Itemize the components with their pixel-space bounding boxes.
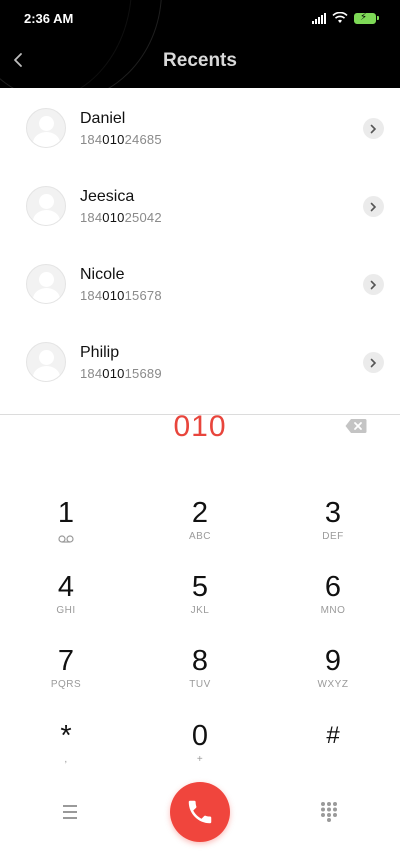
menu-button[interactable] bbox=[58, 802, 82, 822]
key-5[interactable]: 5 JKL bbox=[145, 570, 255, 630]
chevron-right-icon bbox=[370, 202, 377, 211]
contact-number: 18401024685 bbox=[80, 132, 162, 147]
key-2[interactable]: 2 ABC bbox=[145, 496, 255, 556]
contact-number: 18401015689 bbox=[80, 366, 162, 381]
wifi-icon bbox=[332, 12, 348, 23]
signal-icon bbox=[312, 12, 326, 24]
key-4[interactable]: 4 GHI bbox=[11, 570, 121, 630]
backspace-button[interactable] bbox=[345, 418, 367, 434]
phone-icon bbox=[188, 800, 212, 824]
battery-icon: ⚡ bbox=[354, 12, 379, 24]
backspace-icon bbox=[345, 419, 367, 433]
key-star[interactable]: * , bbox=[11, 719, 121, 779]
dialpad-icon bbox=[321, 802, 337, 822]
call-button[interactable] bbox=[170, 782, 230, 842]
contact-row[interactable]: Daniel 18401024685 bbox=[0, 88, 400, 166]
contact-row[interactable]: Jeesica 18401025042 bbox=[0, 166, 400, 244]
avatar bbox=[26, 108, 66, 148]
header: 2:36 AM ⚡ Recents bbox=[0, 0, 400, 88]
chevron-right-icon bbox=[370, 358, 377, 367]
key-9[interactable]: 9 WXYZ bbox=[278, 644, 388, 704]
number-match: 010 bbox=[102, 132, 125, 147]
contact-detail-button[interactable] bbox=[363, 196, 384, 217]
key-6[interactable]: 6 MNO bbox=[278, 570, 388, 630]
avatar bbox=[26, 342, 66, 382]
contact-number: 18401015678 bbox=[80, 288, 162, 303]
avatar bbox=[26, 264, 66, 304]
dialpad-toggle-button[interactable] bbox=[318, 800, 340, 822]
avatar bbox=[26, 186, 66, 226]
dialed-number-display[interactable]: 010 bbox=[0, 410, 400, 444]
key-0[interactable]: 0 + bbox=[145, 719, 255, 779]
contact-name: Philip bbox=[80, 344, 120, 361]
contact-number: 18401025042 bbox=[80, 210, 162, 225]
contact-row[interactable]: Nicole 18401015678 bbox=[0, 244, 400, 322]
status-time: 2:36 AM bbox=[24, 11, 74, 26]
key-hash[interactable]: # bbox=[278, 719, 388, 779]
contact-name: Nicole bbox=[80, 266, 125, 283]
chevron-right-icon bbox=[370, 124, 377, 133]
key-1[interactable]: 1 bbox=[11, 496, 121, 556]
menu-icon bbox=[63, 805, 77, 819]
key-8[interactable]: 8 TUV bbox=[145, 644, 255, 704]
number-match: 010 bbox=[102, 210, 125, 225]
page-title: Recents bbox=[163, 50, 237, 71]
contact-name: Jeesica bbox=[80, 188, 135, 205]
key-3[interactable]: 3 DEF bbox=[278, 496, 388, 556]
recents-list: Daniel 18401024685 Jeesica 18401025042 N… bbox=[0, 88, 400, 400]
contact-name: Daniel bbox=[80, 110, 126, 127]
contact-detail-button[interactable] bbox=[363, 274, 384, 295]
status-bar: 2:36 AM ⚡ bbox=[0, 0, 400, 36]
contact-detail-button[interactable] bbox=[363, 352, 384, 373]
voicemail-icon bbox=[58, 535, 74, 543]
number-match: 010 bbox=[102, 366, 125, 381]
status-icons: ⚡ bbox=[312, 10, 379, 26]
number-match: 010 bbox=[102, 288, 125, 303]
chevron-right-icon bbox=[370, 280, 377, 289]
contact-detail-button[interactable] bbox=[363, 118, 384, 139]
contact-row[interactable]: Philip 18401015689 bbox=[0, 322, 400, 400]
key-7[interactable]: 7 PQRS bbox=[11, 644, 121, 704]
